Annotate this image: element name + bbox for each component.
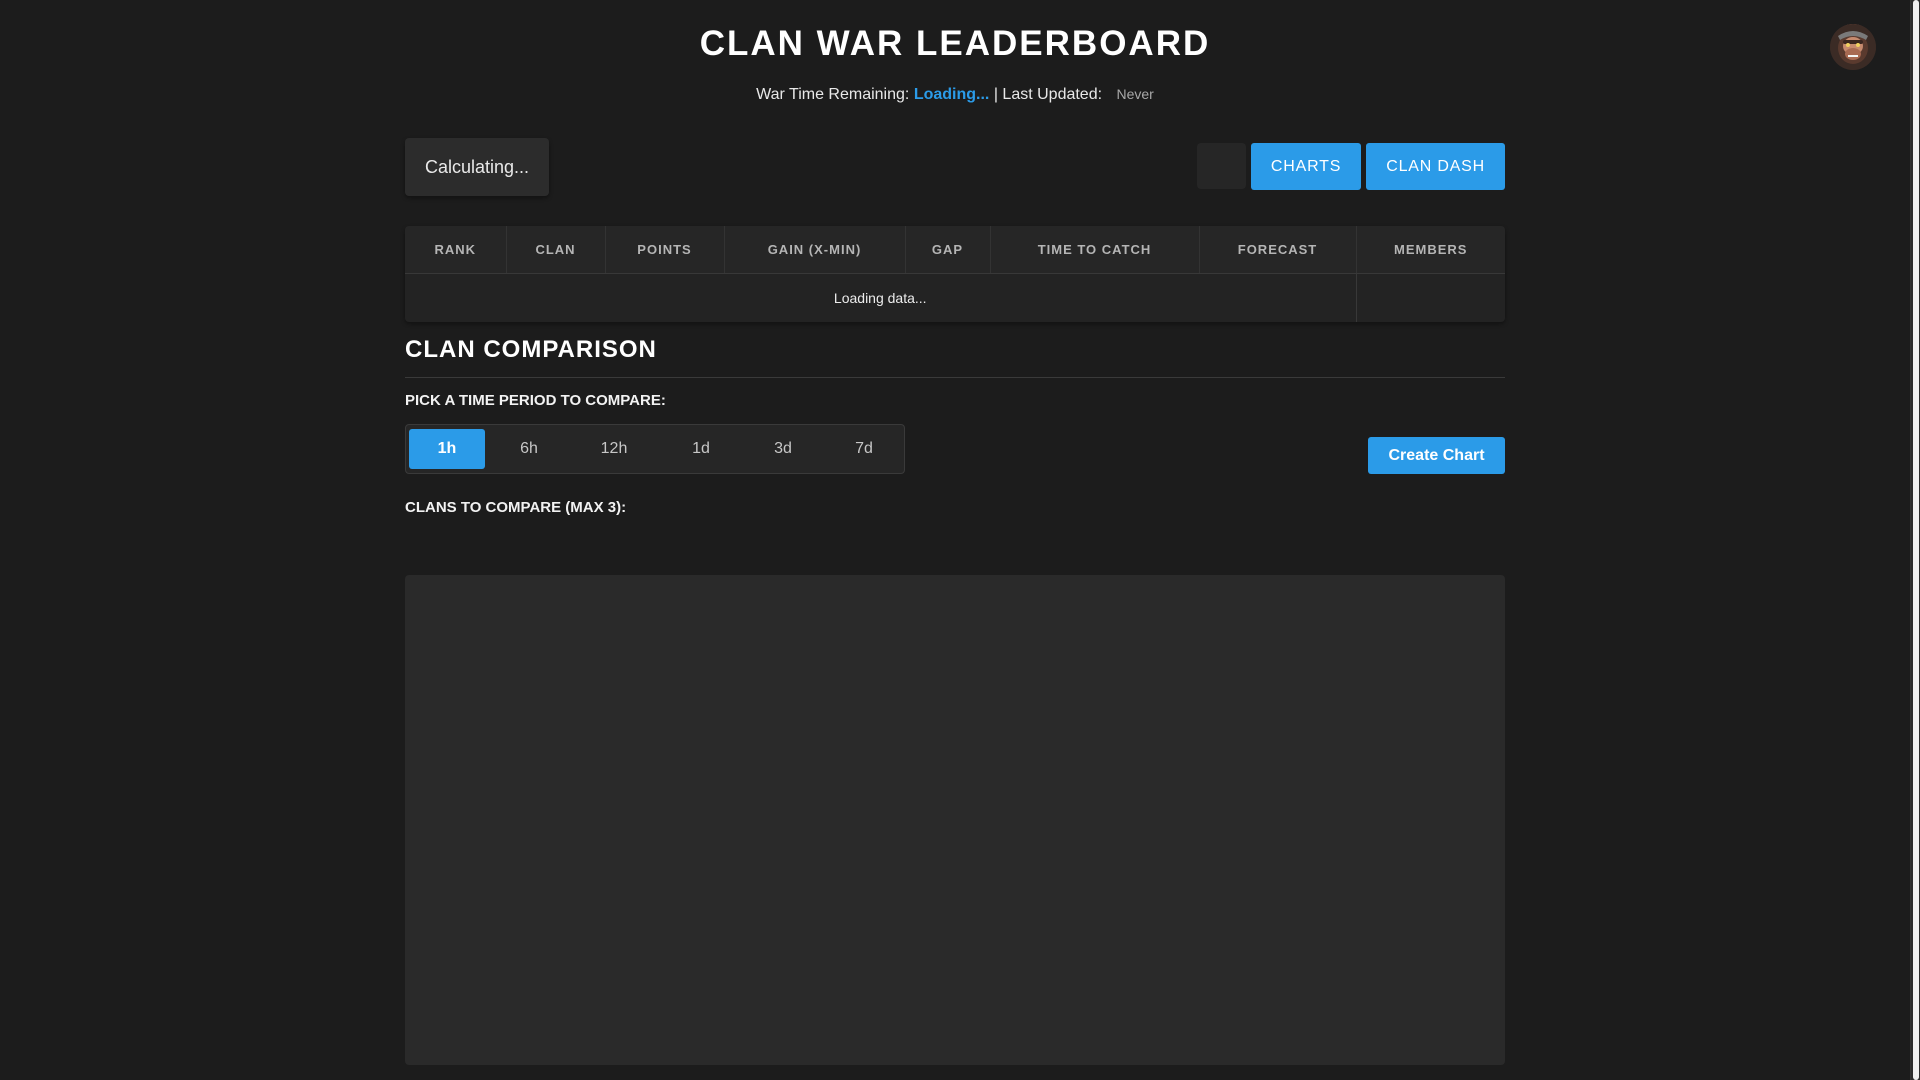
clan-dash-button[interactable]: CLAN DASH (1366, 143, 1505, 190)
loading-data-cell: Loading data... (833, 290, 927, 306)
period-button-1h[interactable]: 1h (409, 429, 485, 469)
create-chart-button[interactable]: Create Chart (1368, 437, 1505, 474)
table-row: Loading data... (405, 273, 1505, 322)
status-separator: | (993, 86, 998, 103)
last-updated-value: Never (1116, 86, 1154, 102)
column-header-members[interactable]: MEMBERS (1356, 226, 1505, 274)
column-header-gap[interactable]: GAP (905, 226, 991, 274)
leaderboard-table: RANK CLAN POINTS GAIN (X-MIN) GAP TIME T… (405, 226, 1505, 322)
page-scrollbar[interactable] (1910, 0, 1920, 1080)
period-label: PICK A TIME PERIOD TO COMPARE: (405, 392, 666, 409)
column-header-rank[interactable]: RANK (405, 226, 507, 274)
comparison-title: CLAN COMPARISON (405, 336, 657, 363)
period-button-3d[interactable]: 3d (745, 429, 821, 469)
period-button-7d[interactable]: 7d (826, 429, 902, 469)
war-status-line: War Time Remaining: Loading... | Last Up… (0, 86, 1910, 104)
column-header-gain[interactable]: GAIN (X-MIN) (724, 226, 906, 274)
theme-toggle-button[interactable] (1196, 143, 1246, 189)
column-header-time-to-catch[interactable]: TIME TO CATCH (990, 226, 1200, 274)
page: CLAN WAR LEADERBOARD War Time Remaining:… (0, 0, 1920, 1080)
comparison-chart-area (405, 575, 1505, 1065)
clans-to-compare-label: CLANS TO COMPARE (MAX 3): (405, 499, 627, 516)
section-divider (405, 377, 1505, 378)
war-time-label: War Time Remaining: (756, 86, 910, 103)
period-button-12h[interactable]: 12h (576, 429, 652, 469)
last-updated-label: Last Updated: (1002, 86, 1103, 103)
top-toolbar: CHARTS CLAN DASH (1196, 143, 1505, 190)
column-header-points[interactable]: POINTS (605, 226, 725, 274)
column-header-clan[interactable]: CLAN (506, 226, 606, 274)
charts-button[interactable]: CHARTS (1250, 143, 1362, 190)
table-header-row: RANK CLAN POINTS GAIN (X-MIN) GAP TIME T… (405, 226, 1505, 274)
column-header-forecast[interactable]: FORECAST (1199, 226, 1357, 274)
scrollbar-thumb[interactable] (1913, 0, 1919, 1080)
page-title: CLAN WAR LEADERBOARD (699, 24, 1211, 63)
user-avatar-icon[interactable] (1830, 24, 1876, 70)
period-button-1d[interactable]: 1d (663, 429, 739, 469)
members-cell (1355, 273, 1505, 322)
period-button-6h[interactable]: 6h (491, 429, 567, 469)
period-selector: 1h 6h 12h 1d 3d 7d (405, 424, 905, 474)
war-time-value: Loading... (913, 86, 990, 103)
calculation-status: Calculating... (405, 138, 549, 196)
